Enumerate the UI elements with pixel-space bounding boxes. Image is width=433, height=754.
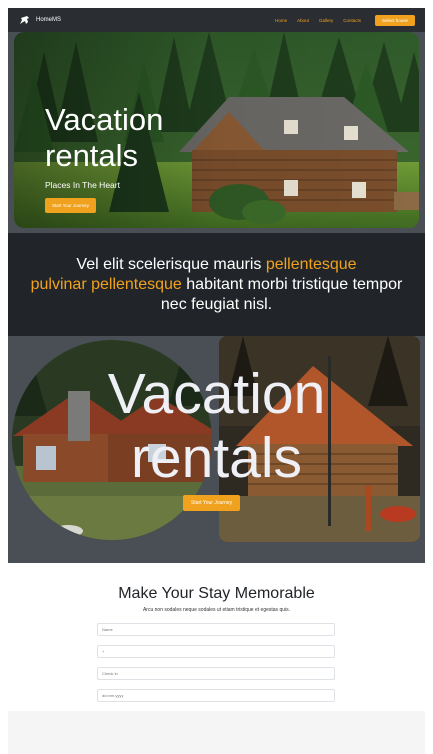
gallery-title-line2: rentals [130, 426, 303, 490]
start-journey-button[interactable]: Start Your Journey [45, 198, 97, 213]
navbar: HomeMS Home About Gallery Contacts Selec… [8, 8, 425, 32]
hero-image-card: Vacation rentals Places In The Heart Sta… [14, 32, 419, 228]
quote-section: Vel elit scelerisque mauris pellentesque… [8, 233, 425, 336]
brand[interactable]: HomeMS [18, 15, 61, 25]
gallery-hero-section: Vacation rentals Start Your Journey [8, 336, 425, 563]
nav-link-gallery[interactable]: Gallery [319, 18, 333, 23]
nav-link-contacts[interactable]: Contacts [343, 18, 361, 23]
gallery-start-journey-button[interactable]: Start Your Journey [183, 495, 241, 511]
nav-links: Home About Gallery Contacts Select house [275, 14, 415, 26]
quote-highlight2: pulvinar pellentesque [30, 275, 182, 293]
select-house-button[interactable]: Select house [374, 14, 415, 26]
gallery-title-line1: Vacation [107, 362, 326, 426]
booking-form-section: Make Your Stay Memorable Arcu non sodale… [8, 563, 425, 711]
phone-field[interactable]: + [97, 645, 335, 658]
quote-highlight1: pellentesque [265, 255, 357, 273]
horse-logo-icon [20, 16, 29, 24]
quote-part2: habitant morbi tristique tempor nec feug… [160, 275, 403, 313]
brand-name: HomeMS [36, 17, 62, 23]
nav-link-home[interactable]: Home [275, 18, 287, 23]
gallery-title: Vacation rentals [94, 362, 339, 490]
check-in-field[interactable]: Check In [97, 667, 335, 680]
hero-title-line1: Vacation [45, 102, 164, 137]
hero-section: Vacation rentals Places In The Heart Sta… [8, 8, 425, 233]
hero-title: Vacation rentals [45, 102, 245, 174]
name-field[interactable]: Name [97, 623, 335, 636]
date-field[interactable]: dd.mm.yyyy [97, 689, 335, 702]
nav-link-about[interactable]: About [297, 18, 309, 23]
hero-title-line2: rentals [45, 138, 139, 173]
quote-part1: Vel elit scelerisque mauris [76, 255, 266, 273]
hero-subtitle: Places In The Heart [45, 180, 120, 190]
form-title: Make Your Stay Memorable [118, 585, 315, 602]
footer-band [8, 711, 425, 754]
form-subtitle: Arcu non sodales neque sodales ut etiam … [142, 607, 291, 613]
quote-text: Vel elit scelerisque mauris pellentesque… [26, 255, 407, 315]
